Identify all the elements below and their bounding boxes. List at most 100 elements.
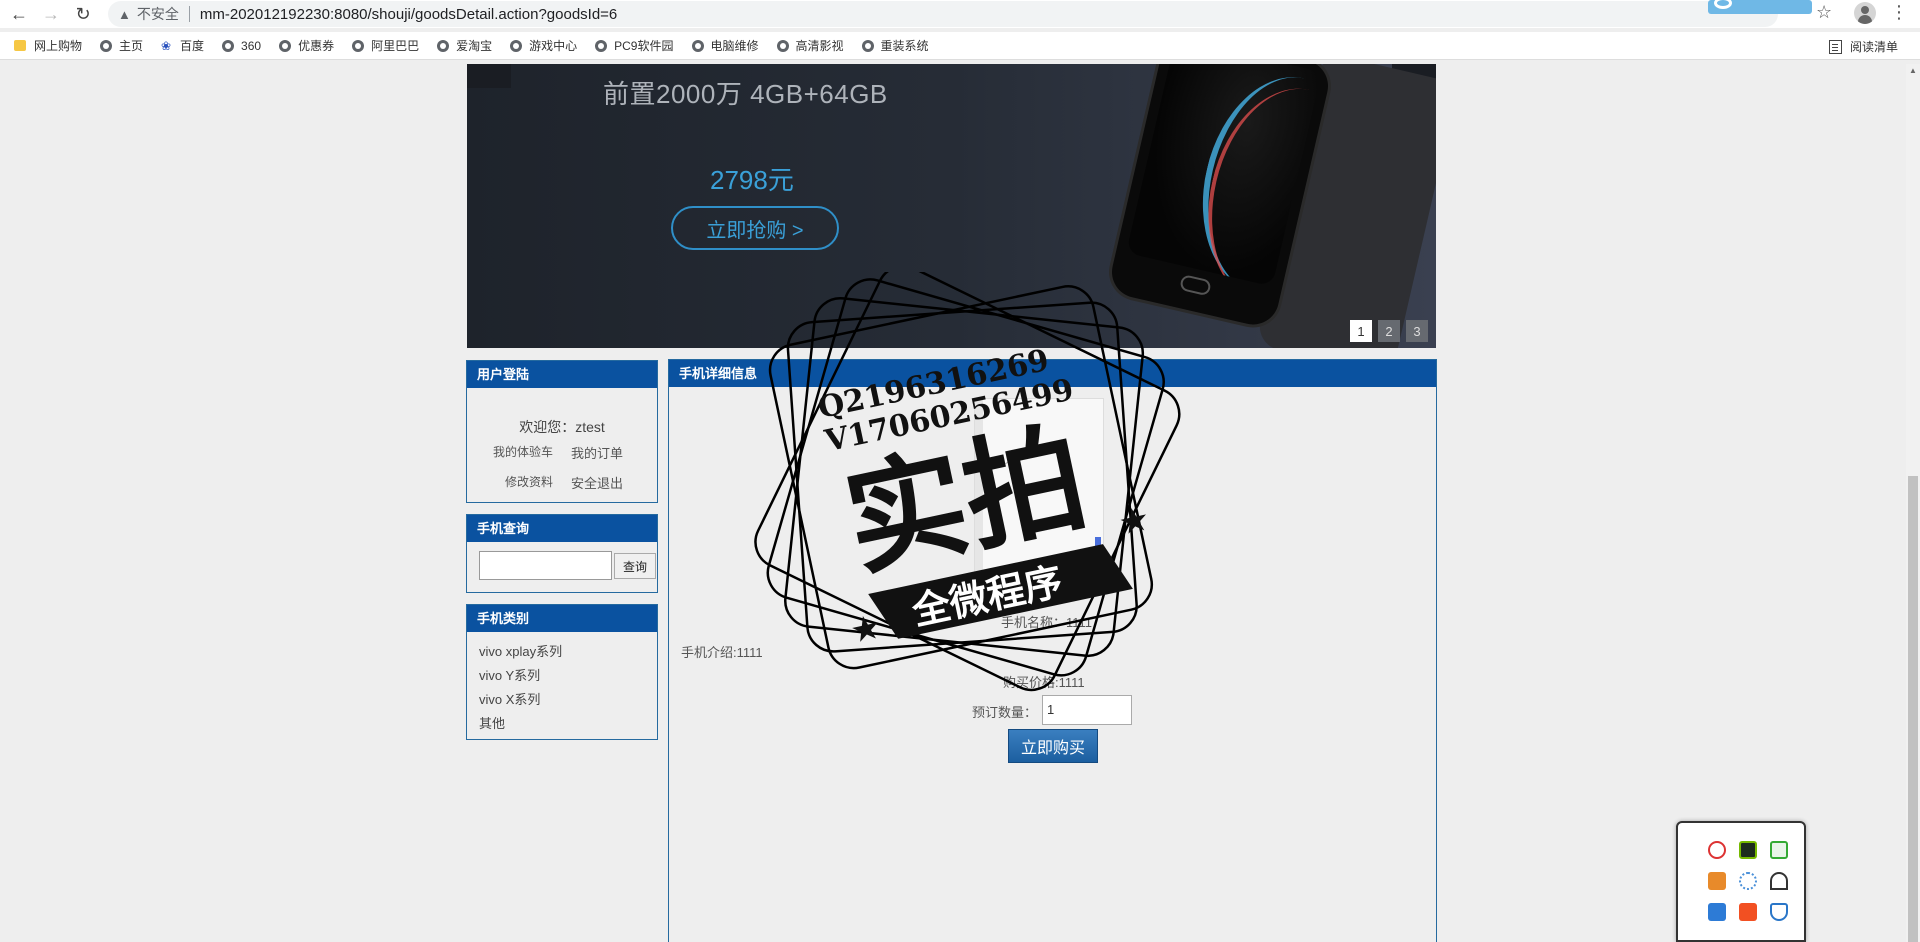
- scrollbar-thumb[interactable]: [1908, 476, 1918, 942]
- reading-list-icon: [1828, 39, 1842, 54]
- office-icon[interactable]: [1739, 903, 1757, 921]
- promo-banner[interactable]: 前置2000万 4GB+64GB 2798元 立即抢购 > 1 2 3: [467, 64, 1436, 348]
- bookmark-item[interactable]: 主页: [100, 37, 143, 54]
- phone-detail-panel: 手机详细信息 个人 手机名称：1111 手机介绍:1111 购买价格:1111 …: [668, 359, 1437, 942]
- system-tray-popup: [1676, 821, 1806, 942]
- my-orders-link[interactable]: 我的订单: [571, 443, 623, 462]
- nvidia-icon[interactable]: [1739, 841, 1757, 859]
- tray-app-icon[interactable]: [1708, 841, 1726, 859]
- bookmark-item[interactable]: ❀ 百度: [161, 37, 204, 54]
- search-panel-title: 手机查询: [467, 515, 657, 542]
- globe-icon: [595, 39, 608, 52]
- address-bar[interactable]: ▲ 不安全 mm-202012192230:8080/shouji/goodsD…: [108, 1, 1778, 27]
- bookmark-item[interactable]: 游戏中心: [510, 37, 577, 54]
- product-intro: 手机介绍:1111: [681, 645, 763, 660]
- address-divider: [188, 6, 190, 22]
- profile-avatar-icon[interactable]: [1854, 2, 1876, 24]
- phone-category-panel: 手机类别 vivo xplay系列 vivo Y系列 vivo X系列 其他: [466, 604, 658, 740]
- edit-profile-link[interactable]: 修改资料: [505, 473, 553, 490]
- globe-icon: [691, 39, 704, 52]
- globe-icon: [100, 39, 113, 52]
- banner-buy-button[interactable]: 立即抢购 >: [671, 206, 839, 250]
- bookmark-label: 高清影视: [795, 39, 844, 53]
- banner-page-button[interactable]: 3: [1406, 320, 1428, 342]
- phone-search-panel: 手机查询 查询: [466, 514, 658, 593]
- bookmarks-bar: 网上购物 主页 ❀ 百度 360 优惠券 阿里巴巴 爱淘宝 游戏中心 PC9软件园…: [0, 32, 1920, 60]
- bookmark-label: 360: [241, 38, 262, 53]
- product-image: 个人: [974, 398, 1104, 588]
- login-panel-title: 用户登陆: [467, 361, 657, 388]
- network-icon[interactable]: [1739, 872, 1757, 890]
- buy-now-button[interactable]: 立即购买: [1008, 729, 1098, 763]
- speed-meter-icon[interactable]: [1770, 872, 1788, 890]
- category-panel-title: 手机类别: [467, 605, 657, 632]
- bookmark-item[interactable]: PC9软件园: [595, 37, 674, 54]
- bookmark-item[interactable]: 爱淘宝: [437, 37, 492, 54]
- back-icon[interactable]: ←: [6, 1, 32, 27]
- category-item[interactable]: vivo X系列: [479, 689, 540, 708]
- bookmark-label: PC9软件园: [614, 39, 674, 53]
- bookmark-item[interactable]: 高清影视: [776, 37, 844, 54]
- bookmark-label: 优惠券: [298, 39, 335, 53]
- bookmark-item[interactable]: 重装系统: [861, 37, 929, 54]
- search-button[interactable]: 查询: [614, 553, 656, 579]
- banner-prev-arrow[interactable]: [467, 64, 511, 88]
- bookmark-item[interactable]: 优惠券: [279, 37, 334, 54]
- baidu-paw-icon: ❀: [161, 38, 172, 53]
- globe-icon: [776, 39, 789, 52]
- bookmark-item[interactable]: 360: [222, 39, 261, 53]
- insecure-label: 不安全: [136, 6, 179, 22]
- bookmark-item[interactable]: 阿里巴巴: [352, 37, 419, 54]
- tray-app-icon[interactable]: [1708, 903, 1726, 921]
- product-price: 购买价格:1111: [1003, 675, 1085, 690]
- bookmark-label: 百度: [180, 39, 205, 53]
- logout-link[interactable]: 安全退出: [571, 473, 623, 492]
- reading-list-button[interactable]: 阅读清单: [1828, 38, 1898, 55]
- category-item[interactable]: vivo Y系列: [479, 665, 540, 684]
- bookmark-label: 阿里巴巴: [371, 39, 420, 53]
- bookmark-label: 重装系统: [880, 39, 929, 53]
- bookmark-label: 游戏中心: [529, 39, 578, 53]
- browser-toolbar: ← → ↻ ▲ 不安全 mm-202012192230:8080/shouji/…: [0, 0, 1920, 28]
- my-cart-link[interactable]: 我的体验车: [493, 443, 553, 460]
- shield-icon[interactable]: [1770, 903, 1788, 921]
- bookmark-label: 爱淘宝: [456, 39, 493, 53]
- product-name: 手机名称：1111: [1001, 615, 1093, 630]
- globe-icon: [352, 39, 365, 52]
- browser-menu-icon[interactable]: ⋮: [1890, 2, 1908, 23]
- bookmark-label: 主页: [119, 39, 144, 53]
- category-item[interactable]: vivo xplay系列: [479, 641, 562, 660]
- bookmark-label: 网上购物: [34, 39, 83, 53]
- extension-icon: [1714, 0, 1732, 9]
- banner-price: 2798元: [710, 165, 794, 195]
- user-login-panel: 用户登陆 欢迎您：ztest 我的体验车 我的订单 修改资料 安全退出: [466, 360, 658, 503]
- bookmark-item[interactable]: 网上购物: [14, 37, 82, 54]
- globe-icon: [510, 39, 523, 52]
- folder-icon: [14, 40, 26, 51]
- bookmark-item[interactable]: 电脑维修: [691, 37, 759, 54]
- globe-icon: [437, 39, 450, 52]
- welcome-text: 欢迎您：ztest: [519, 419, 605, 435]
- banner-page-button[interactable]: 1: [1350, 320, 1372, 342]
- url-text[interactable]: mm-202012192230:8080/shouji/goodsDetail.…: [200, 6, 617, 23]
- quantity-input[interactable]: 1: [1042, 695, 1132, 725]
- usb-safe-icon[interactable]: [1770, 841, 1788, 859]
- reload-icon[interactable]: ↻: [70, 1, 96, 27]
- tray-app-icon[interactable]: [1708, 872, 1726, 890]
- globe-icon: [222, 39, 235, 52]
- category-item[interactable]: 其他: [479, 713, 505, 732]
- warning-icon: ▲: [118, 6, 131, 22]
- globe-icon: [279, 39, 292, 52]
- bookmark-star-icon[interactable]: ☆: [1816, 2, 1832, 23]
- bookmark-label: 电脑维修: [710, 39, 759, 53]
- detail-panel-title: 手机详细信息: [669, 360, 1436, 387]
- banner-page-button[interactable]: 2: [1378, 320, 1400, 342]
- scroll-up-arrow-icon[interactable]: ▲: [1909, 66, 1917, 75]
- forward-icon[interactable]: →: [38, 1, 64, 27]
- extension-button[interactable]: [1708, 0, 1812, 14]
- search-input[interactable]: [479, 551, 612, 580]
- banner-pagination: 1 2 3: [1350, 320, 1428, 342]
- banner-spec-text: 前置2000万 4GB+64GB: [603, 79, 888, 109]
- globe-icon: [861, 39, 874, 52]
- quantity-label: 预订数量：: [972, 705, 1038, 720]
